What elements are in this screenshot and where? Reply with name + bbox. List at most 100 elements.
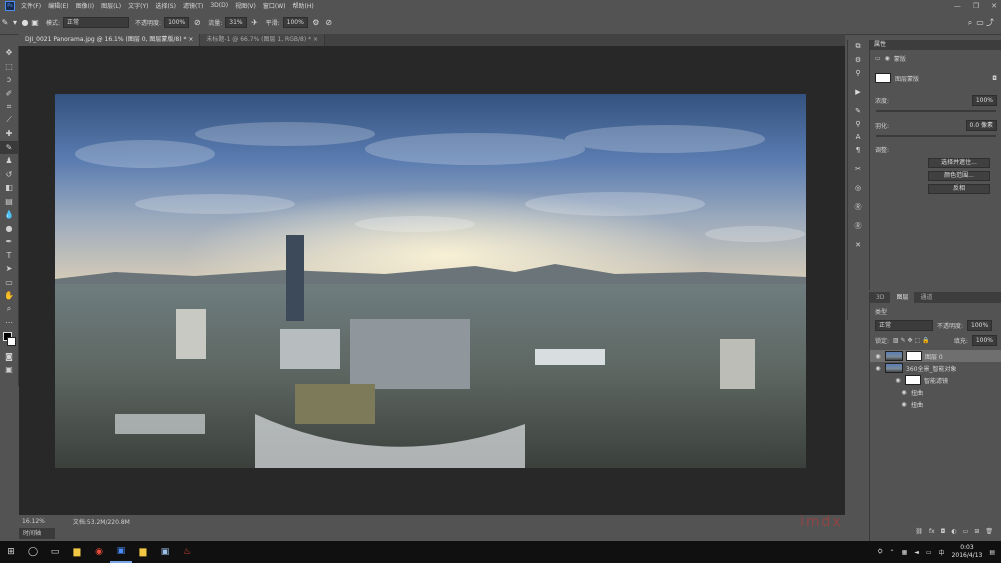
density-slider[interactable] xyxy=(876,110,996,112)
clone-source-icon[interactable]: ⚲ xyxy=(848,117,868,130)
volume-icon[interactable]: ◄ xyxy=(914,549,919,556)
pixel-mask-icon[interactable]: ▭ xyxy=(875,55,881,62)
vector-mask-icon[interactable]: ◉ xyxy=(885,55,890,62)
opacity-input[interactable]: 100% xyxy=(164,17,190,28)
menu-type[interactable]: 文字(Y) xyxy=(128,1,148,10)
ime-icon[interactable]: 中 xyxy=(939,548,945,557)
menu-view[interactable]: 视图(V) xyxy=(235,1,256,10)
screen-mode-icon[interactable]: ▣ xyxy=(0,363,18,377)
more-tools-icon[interactable]: ⋯ xyxy=(0,316,18,330)
pen-tool-icon[interactable]: ✒ xyxy=(0,235,18,249)
share-icon[interactable]: ⤴ xyxy=(985,18,995,28)
blur-tool-icon[interactable]: 💧 xyxy=(0,208,18,222)
group-icon[interactable]: ▭ xyxy=(963,528,969,535)
gradient-tool-icon[interactable]: ▤ xyxy=(0,195,18,209)
visibility-eye-icon[interactable]: ◉ xyxy=(900,401,908,408)
add-mask-icon[interactable]: ◘ xyxy=(941,528,946,535)
color-range-button[interactable]: 颜色范围... xyxy=(928,171,990,181)
layer-mask-thumbnail[interactable] xyxy=(906,351,922,361)
task-view-icon[interactable]: ▭ xyxy=(44,541,66,563)
tab-untitled[interactable]: 未标题-1 @ 66.7% (图层 1, RGB/8) * × xyxy=(200,34,326,46)
layer-opacity-input[interactable]: 100% xyxy=(967,320,993,331)
menu-file[interactable]: 文件(F) xyxy=(21,1,41,10)
tab-3d[interactable]: 3D xyxy=(870,292,890,303)
eraser-tool-icon[interactable]: ◧ xyxy=(0,181,18,195)
fx-icon[interactable]: fx xyxy=(929,528,935,535)
filter-kind-dropdown[interactable]: 类型 xyxy=(875,307,887,316)
options-icon[interactable]: ⚲ xyxy=(848,66,868,79)
visibility-eye-icon[interactable]: ◉ xyxy=(874,365,882,372)
maximize-icon[interactable]: ❐ xyxy=(973,2,979,10)
photoshop-icon[interactable]: ▣ xyxy=(110,541,132,563)
glyphs-icon[interactable]: ◎ xyxy=(848,181,868,194)
tab-close-icon[interactable]: × xyxy=(188,36,193,43)
tool-presets-icon[interactable]: ✂ xyxy=(848,162,868,175)
select-and-mask-button[interactable]: 选择并遮住... xyxy=(928,158,990,168)
trash-icon[interactable]: 🗑 xyxy=(985,528,993,535)
zoom-level[interactable]: 16.12% xyxy=(22,518,45,525)
menu-layer[interactable]: 图层(L) xyxy=(101,1,121,10)
lightroom-icon[interactable]: ▣ xyxy=(154,541,176,563)
layer-row[interactable]: ◉ 图层 0 xyxy=(870,350,1001,362)
shape-tool-icon[interactable]: ▭ xyxy=(0,276,18,290)
menu-image[interactable]: 图像(I) xyxy=(76,1,94,10)
menu-select[interactable]: 选择(S) xyxy=(155,1,176,10)
search-icon[interactable]: ◯ xyxy=(22,541,44,563)
brush-settings-icon[interactable]: ✎ xyxy=(848,104,868,117)
tab-channels[interactable]: 通道 xyxy=(914,292,938,303)
airbrush-icon[interactable]: ✈ xyxy=(250,18,260,28)
brush-tool-icon[interactable]: ✎ xyxy=(0,18,10,28)
layer-row[interactable]: ◉ 扭曲 xyxy=(870,386,1001,398)
lasso-tool-icon[interactable]: ↄ xyxy=(0,73,18,87)
history-brush-tool-icon[interactable]: ↺ xyxy=(0,168,18,182)
file-explorer-icon[interactable]: ▆ xyxy=(66,541,88,563)
feather-slider[interactable] xyxy=(876,135,996,137)
clock[interactable]: 0:03 2016/4/13 xyxy=(952,544,983,560)
tools-cross-icon[interactable]: ✕ xyxy=(848,238,868,251)
visibility-eye-icon[interactable]: ◉ xyxy=(874,353,882,360)
menu-help[interactable]: 帮助(H) xyxy=(293,1,314,10)
adjust-icon[interactable]: ⚙ xyxy=(848,53,868,66)
smoothing-settings-icon[interactable]: ⚙ xyxy=(311,18,321,28)
feather-input[interactable]: 0.0 像素 xyxy=(965,120,997,131)
chevron-down-icon[interactable]: ▾ xyxy=(10,18,20,28)
quick-select-tool-icon[interactable]: ✐ xyxy=(0,87,18,101)
character-icon[interactable]: A xyxy=(848,130,868,143)
brush-preset-icon[interactable]: ● xyxy=(20,18,30,28)
paragraph-icon[interactable]: ¶ xyxy=(848,143,868,156)
quick-mask-icon[interactable]: ◙ xyxy=(0,350,18,364)
history-icon[interactable]: ⧉ xyxy=(848,40,868,53)
new-layer-icon[interactable]: ⊞ xyxy=(974,528,979,535)
move-tool-icon[interactable]: ✥ xyxy=(0,46,18,60)
visibility-eye-icon[interactable]: ◉ xyxy=(900,389,908,396)
close-icon[interactable]: ✕ xyxy=(991,2,997,10)
smooth-input[interactable]: 100% xyxy=(282,17,308,28)
lock-icons[interactable]: ▨ ✎ ✥ ⬚ 🔒 xyxy=(893,337,930,344)
marquee-tool-icon[interactable]: ⬚ xyxy=(0,60,18,74)
workspace-icon[interactable]: ▭ xyxy=(975,18,985,28)
notifications-icon[interactable]: ▤ xyxy=(989,549,995,556)
eyedropper-tool-icon[interactable]: ⟋ xyxy=(0,114,18,128)
tab-layers[interactable]: 图层 xyxy=(890,292,915,303)
flow-input[interactable]: 31% xyxy=(225,17,247,28)
panorama-image[interactable] xyxy=(55,94,806,468)
layer-row[interactable]: ◉ 智能滤镜 xyxy=(870,374,1001,386)
menu-3d[interactable]: 3D(D) xyxy=(210,2,228,9)
network-icon[interactable]: ▦ xyxy=(902,549,908,556)
invert-button[interactable]: 反相 xyxy=(928,184,990,194)
stamp-tool-icon[interactable]: ♟ xyxy=(0,154,18,168)
mode-dropdown[interactable]: 正常 xyxy=(63,17,130,28)
fill-input[interactable]: 100% xyxy=(971,335,997,346)
menu-filter[interactable]: 滤镜(T) xyxy=(183,1,203,10)
timeline-tab[interactable]: 时间轴 xyxy=(19,528,55,539)
density-input[interactable]: 100% xyxy=(971,95,997,106)
play-icon[interactable]: ▶ xyxy=(848,85,868,98)
menu-edit[interactable]: 编辑(E) xyxy=(48,1,68,10)
hand-tool-icon[interactable]: ✋ xyxy=(0,289,18,303)
layer-row[interactable]: ◉ 360全景_智能对象 xyxy=(870,362,1001,374)
ra-red-icon[interactable]: Ⓡ xyxy=(848,219,868,232)
ra-icon[interactable]: Ⓡ xyxy=(848,200,868,213)
crop-tool-icon[interactable]: ⌗ xyxy=(0,100,18,114)
dodge-tool-icon[interactable]: ● xyxy=(0,222,18,236)
java-icon[interactable]: ♨ xyxy=(176,541,198,563)
